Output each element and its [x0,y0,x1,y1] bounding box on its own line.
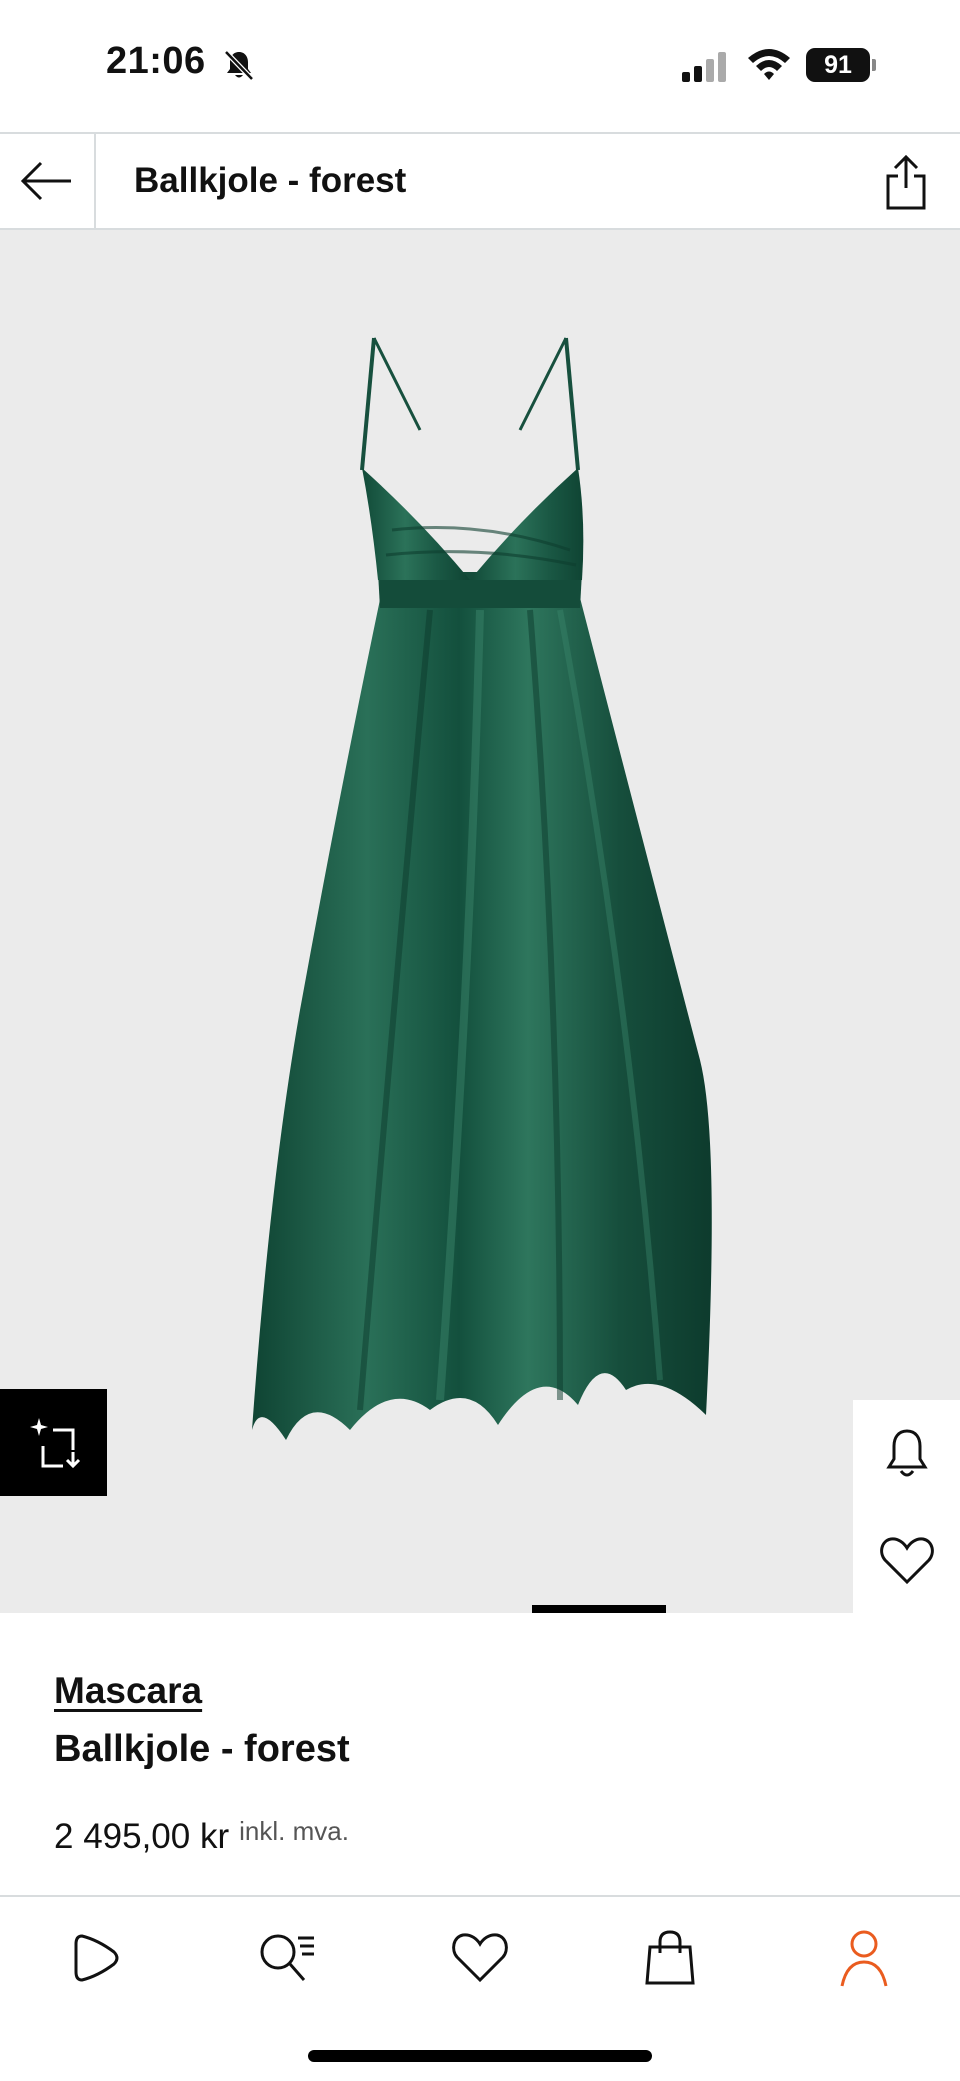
nav-profile[interactable] [826,1923,902,1993]
product-price: 2 495,00 kr [54,1817,230,1856]
share-button[interactable] [878,152,934,212]
sparkle-rotate-icon [29,1417,80,1468]
arrow-left-icon [20,161,71,201]
back-button[interactable] [0,134,96,228]
product-image-gallery[interactable] [0,230,960,1613]
price-row: 2 495,00 kr inkl. mva. [54,1816,349,1857]
side-actions-panel [853,1400,960,1613]
top-header: Ballkjole - forest [0,132,960,230]
gallery-page-indicator [532,1605,666,1613]
bell-icon [885,1428,928,1476]
brand-link[interactable]: Mascara [54,1670,202,1712]
heart-icon [879,1536,934,1584]
heart-icon [452,1933,508,1983]
virtual-try-on-button[interactable] [0,1389,107,1496]
play-icon [74,1934,119,1982]
product-name: Ballkjole - forest [54,1728,350,1770]
share-icon [886,154,926,210]
nav-discover[interactable] [58,1923,134,1993]
nav-wishlist[interactable] [442,1923,518,1993]
nav-search[interactable] [248,1923,324,1993]
notify-button[interactable] [853,1400,960,1507]
home-indicator [308,2050,652,2062]
wifi-icon [748,49,790,80]
wishlist-button[interactable] [853,1507,960,1613]
product-image[interactable] [0,230,960,1613]
search-list-icon [260,1934,314,1981]
battery-icon: 91 [806,48,876,82]
user-icon [840,1930,888,1987]
vat-note: inkl. mva. [239,1816,349,1846]
cellular-signal-icon [682,52,726,82]
status-bar: 21:06 91 [0,0,960,132]
battery-level: 91 [806,48,870,82]
status-time: 21:06 [106,40,206,82]
bell-slash-icon [224,50,254,81]
nav-bag[interactable] [632,1923,708,1993]
page-title: Ballkjole - forest [134,161,407,200]
shopping-bag-icon [645,1930,695,1985]
